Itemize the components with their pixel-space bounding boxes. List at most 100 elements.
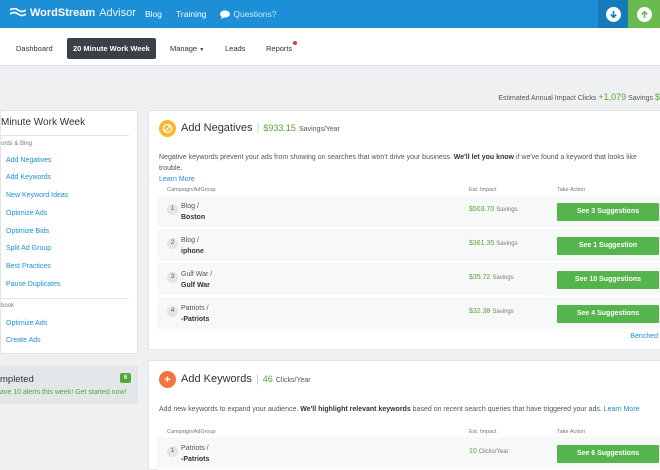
est-impact: $32.38 Savings — [469, 308, 514, 315]
impact-clicks-value: +1,079 — [598, 92, 627, 102]
nav-questions[interactable]: Questions? — [220, 9, 276, 19]
header-impact: Est. Impact — [469, 429, 497, 435]
row-number: 2 — [167, 238, 178, 249]
brand-name: WordStream — [30, 7, 96, 19]
arrow-up-circle-icon — [636, 6, 652, 22]
keywords-clicks: 46 — [262, 374, 273, 384]
impact-savings-label: Savings — [628, 95, 654, 102]
negatives-description: Negative keywords prevent your ads from … — [159, 152, 659, 185]
upgrade-button[interactable] — [628, 0, 660, 28]
add-keywords-title-row: Add Keywords | 46 Clicks/Year — [181, 373, 311, 385]
sidebar-item-pause-duplicates[interactable]: Pause Duplicates — [6, 281, 60, 288]
sidebar-section-adwords: ords & Bing — [1, 141, 33, 147]
adgroup: iphone — [181, 248, 204, 255]
sidebar-item-optimize-bids[interactable]: Optimize Bids — [6, 228, 49, 235]
row-number: 4 — [167, 306, 178, 317]
tab-manage[interactable]: Manage ▼ — [170, 38, 204, 59]
campaign-adgroup: Patriots / -Patriots — [181, 443, 209, 465]
completed-box[interactable]: mpleted ave 10 alerts this week! Get sta… — [0, 366, 138, 404]
tab-reports[interactable]: Reports — [266, 38, 298, 59]
sidebar-item-split-ad-group[interactable]: Split Ad Group — [6, 245, 51, 252]
impact-value: $32.38 — [469, 308, 491, 315]
sidebar-item-add-negatives[interactable]: Add Negatives — [6, 157, 52, 164]
campaign: Patriots / — [181, 305, 209, 312]
sidebar-item-optimize-ads[interactable]: Optimize Ads — [6, 210, 47, 217]
desc-text: based on recent search queries that have… — [412, 406, 602, 413]
table-row: 3 Gulf War / Gulf War $35.72 Savings See … — [157, 263, 660, 296]
see-suggestions-button[interactable]: See 1 Suggestion — [557, 237, 659, 255]
header-campaign: Campaign/AdGroup — [167, 187, 216, 193]
header-action: Take Action — [557, 187, 586, 193]
desc-bold: We'll highlight relevant keywords — [300, 406, 411, 413]
table-row: 1 Patriots / -Patriots 10 Clicks/Year See… — [157, 437, 660, 470]
adgroup: Boston — [181, 214, 206, 221]
impact-label: Estimated Annual Impact — [498, 95, 576, 102]
completed-badge: 6 — [120, 373, 131, 383]
sub-nav: Dashboard 20 Minute Work Week Manage ▼ L… — [0, 28, 660, 66]
impact-value: $361.35 — [469, 240, 495, 247]
see-suggestions-button[interactable]: See 6 Suggestions — [557, 445, 659, 463]
negatives-savings: $933.15 — [263, 123, 296, 133]
tab-leads[interactable]: Leads — [225, 38, 245, 59]
caret-down-icon: ▼ — [199, 47, 205, 53]
impact-savings-value: $ — [654, 92, 660, 102]
est-impact: $361.35 Savings — [469, 240, 518, 247]
desc-text: Negative keywords prevent your ads from … — [159, 154, 452, 161]
see-suggestions-button[interactable]: See 10 Suggestions — [557, 271, 659, 289]
sidebar-item-fb-optimize-ads[interactable]: Optimize Ads — [6, 320, 47, 327]
learn-more-link[interactable]: Learn More — [604, 406, 640, 413]
sidebar-item-add-keywords[interactable]: Add Keywords — [6, 174, 51, 181]
tab-manage-label: Manage — [170, 44, 198, 53]
tab-20-minute-work-week[interactable]: 20 Minute Work Week — [67, 38, 156, 59]
campaign: Patriots / — [181, 445, 209, 452]
sidebar: Minute Work Week ords & Bing Add Negativ… — [0, 110, 138, 354]
estimated-annual-impact: Estimated Annual Impact Clicks +1,079 Sa… — [498, 92, 660, 102]
impact-clicks-label: Clicks — [577, 95, 597, 102]
nav-training[interactable]: Training — [176, 9, 206, 19]
row-number: 1 — [167, 446, 178, 457]
sidebar-section-facebook: book — [1, 303, 15, 309]
header-campaign: Campaign/AdGroup — [167, 429, 216, 435]
campaign-adgroup: Patriots / -Patriots — [181, 303, 209, 325]
est-impact: 10 Clicks/Year — [469, 448, 509, 455]
top-nav: Blog Training Questions? — [145, 9, 276, 19]
nav-blog[interactable]: Blog — [145, 9, 162, 19]
impact-value: 10 — [469, 448, 477, 455]
brand-logo[interactable]: WordStream Advisor — [10, 7, 136, 19]
see-suggestions-button[interactable]: See 4 Suggestions — [557, 305, 659, 323]
benched-link[interactable]: Benched — [630, 333, 658, 340]
sidebar-item-new-keyword-ideas[interactable]: New Keyword Ideas — [6, 192, 68, 199]
sidebar-item-best-practices[interactable]: Best Practices — [6, 263, 51, 270]
campaign-adgroup: Blog / iphone — [181, 235, 204, 257]
tab-dashboard[interactable]: Dashboard — [16, 38, 53, 59]
sidebar-item-create-ads[interactable]: Create Ads — [6, 337, 41, 344]
tab-reports-label: Reports — [266, 44, 293, 53]
see-suggestions-button[interactable]: See 3 Suggestions — [557, 203, 659, 221]
questions-label: Questions? — [233, 9, 277, 19]
impact-unit: Savings — [496, 207, 518, 213]
desc-bold: We'll let you know — [453, 154, 514, 161]
est-impact: $35.72 Savings — [469, 274, 514, 281]
desc-text: Add new keywords to expand your audience… — [159, 406, 299, 413]
campaign-adgroup: Blog / Boston — [181, 201, 205, 223]
impact-unit: Savings — [492, 309, 514, 315]
keywords-description: Add new keywords to expand your audience… — [159, 404, 659, 415]
completed-title: mpleted — [0, 374, 34, 385]
adgroup: -Patriots — [181, 456, 210, 463]
add-negatives-panel: Add Negatives | $933.15 Savings/Year Negat… — [148, 110, 660, 350]
table-header: Campaign/AdGroup Est. Impact Take Action — [157, 185, 660, 195]
table-header: Campaign/AdGroup Est. Impact Take Action — [157, 427, 660, 437]
row-number: 1 — [167, 204, 178, 215]
impact-value: $35.72 — [469, 274, 491, 281]
download-button[interactable] — [598, 0, 628, 28]
table-row: 2 Blog / iphone $361.35 Savings See 1 Sug… — [157, 229, 660, 262]
panel-title: Add Negatives — [181, 122, 253, 134]
impact-unit: Savings — [496, 241, 518, 247]
header-action: Take Action — [557, 429, 586, 435]
table-row: 4 Patriots / -Patriots $32.38 Savings See… — [157, 297, 660, 330]
row-number: 3 — [167, 272, 178, 283]
learn-more-link[interactable]: Learn More — [159, 176, 195, 183]
notification-dot — [293, 41, 298, 45]
keywords-clicks-unit: Clicks/Year — [275, 377, 311, 384]
negatives-savings-unit: Savings/Year — [299, 126, 341, 133]
